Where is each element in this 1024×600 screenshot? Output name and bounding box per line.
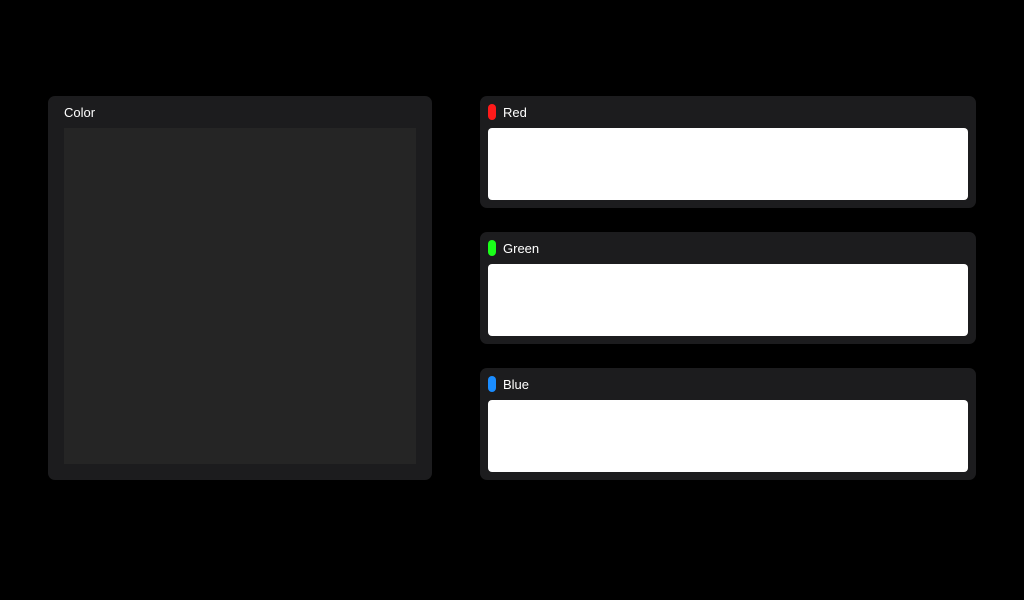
- red-indicator-icon: [488, 104, 496, 120]
- green-channel-label: Green: [503, 241, 540, 256]
- blue-indicator-icon: [488, 376, 496, 392]
- color-preview-swatch: [64, 128, 416, 464]
- green-indicator-icon: [488, 240, 496, 256]
- red-channel-panel: Red: [480, 96, 976, 208]
- color-panel: Color: [48, 96, 432, 480]
- red-channel-label: Red: [503, 105, 527, 120]
- red-channel-input[interactable]: [488, 128, 968, 200]
- color-panel-title: Color: [64, 105, 96, 120]
- blue-channel-label: Blue: [503, 377, 530, 392]
- app-root: Color Red Green Blue: [0, 0, 1024, 600]
- green-channel-panel: Green: [480, 232, 976, 344]
- blue-channel-panel: Blue: [480, 368, 976, 480]
- green-channel-input[interactable]: [488, 264, 968, 336]
- blue-channel-input[interactable]: [488, 400, 968, 472]
